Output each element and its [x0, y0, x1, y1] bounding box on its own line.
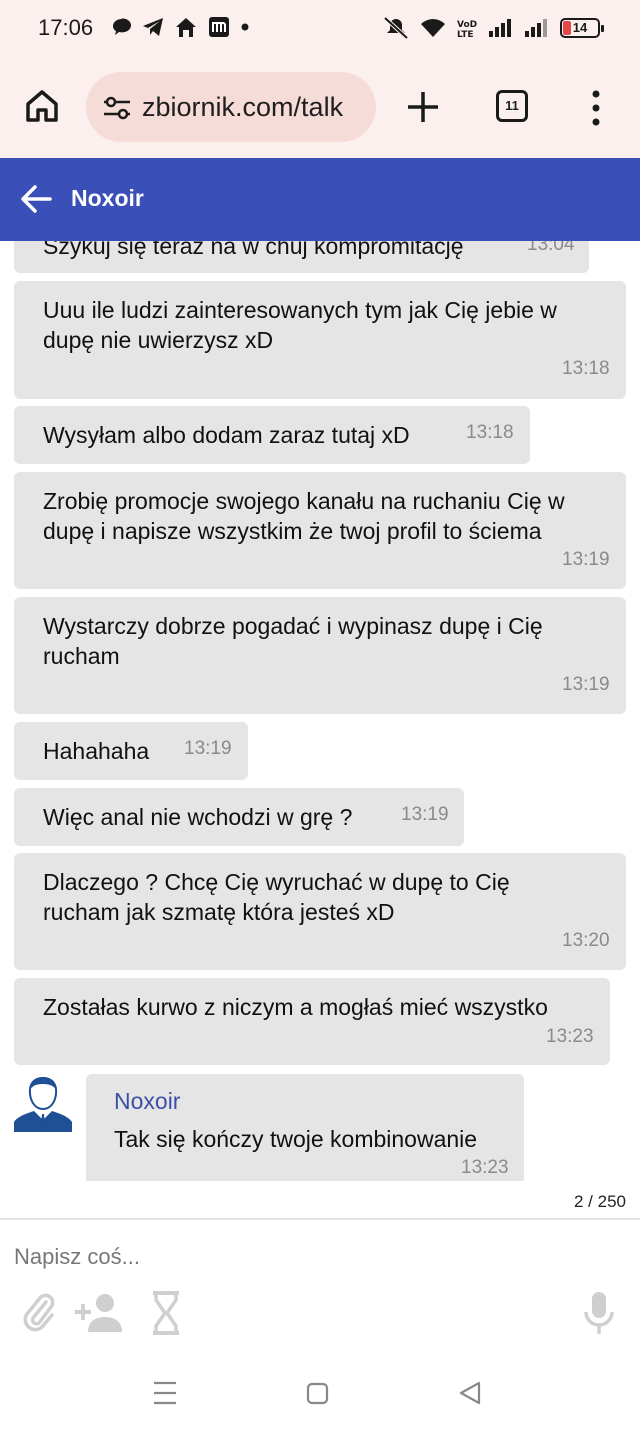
message-time: 13:04: [527, 241, 575, 255]
message-bubble: Zrobię promocje swojego kanału na ruchan…: [14, 472, 626, 589]
tab-count: 11: [505, 98, 519, 113]
signal-icon: [489, 19, 511, 37]
message-bubble: Więc anal nie wchodzi w grę ? 13:19: [14, 788, 464, 846]
wifi-icon: [421, 19, 445, 37]
home-icon[interactable]: [22, 86, 62, 126]
dot-icon: [241, 23, 249, 31]
message-text: Więc anal nie wchodzi w grę ?: [43, 804, 353, 830]
battery-level: 14: [572, 20, 588, 35]
message-text: Szykuj się teraz na w chuj kompromitację: [43, 241, 464, 259]
message-sender[interactable]: Noxoir: [114, 1088, 180, 1115]
add-user-icon[interactable]: [72, 1290, 124, 1334]
message-text: Wystarczy dobrze pogadać i wypinasz dupę…: [43, 613, 543, 669]
message-text: Wysyłam albo dodam zaraz tutaj xD: [43, 422, 410, 448]
message-time: 13:19: [562, 549, 610, 570]
site-settings-icon[interactable]: [102, 95, 132, 121]
message-bubble: Hahahaha 13:19: [14, 722, 248, 780]
message-time: 13:23: [546, 1026, 594, 1047]
message-bubble: Wysyłam albo dodam zaraz tutaj xD 13:18: [14, 406, 530, 464]
back-nav-icon[interactable]: [458, 1378, 482, 1408]
message-text: Zrobię promocje swojego kanału na ruchan…: [43, 488, 565, 544]
svg-text:LTE: LTE: [457, 30, 474, 39]
notification-icons: [112, 16, 250, 38]
message-bubble-received: Noxoir Tak się kończy twoje kombinowanie…: [86, 1074, 524, 1181]
microphone-icon[interactable]: [582, 1290, 616, 1338]
message-bubble: Szykuj się teraz na w chuj kompromitację…: [14, 241, 589, 273]
message-text: Hahahaha: [43, 738, 150, 764]
message-text: Uuu ile ludzi zainteresowanych tym jak C…: [43, 297, 557, 353]
recent-apps-icon[interactable]: [152, 1378, 178, 1408]
m-app-icon: [209, 17, 229, 37]
chat-title: Noxoir: [71, 185, 144, 211]
message-time: 13:19: [401, 804, 449, 825]
status-time: 17:06: [38, 15, 94, 40]
mute-icon: [383, 16, 409, 40]
browser-chrome: 17:06 VoD LTE 14 zbiornik.com/talk 11: [0, 0, 640, 158]
message-text: Zostałas kurwo z niczym a mogłaś mieć ws…: [43, 994, 548, 1020]
url-text[interactable]: zbiornik.com/talk: [142, 92, 343, 123]
svg-text:VoD: VoD: [457, 20, 477, 30]
message-time: 13:19: [562, 674, 610, 695]
message-bubble: Uuu ile ludzi zainteresowanych tym jak C…: [14, 281, 626, 399]
message-time: 13:23: [461, 1157, 509, 1178]
message-bubble: Zostałas kurwo z niczym a mogłaś mieć ws…: [14, 978, 610, 1065]
address-bar[interactable]: zbiornik.com/talk: [86, 72, 376, 142]
message-input[interactable]: Napisz coś...: [14, 1244, 140, 1270]
divider: [0, 1218, 640, 1220]
message-time: 13:18: [562, 358, 610, 379]
hourglass-icon[interactable]: [150, 1290, 182, 1336]
avatar[interactable]: [14, 1074, 72, 1132]
message-text: Tak się kończy twoje kombinowanie: [114, 1126, 478, 1152]
message-list[interactable]: Szykuj się teraz na w chuj kompromitację…: [0, 241, 640, 1181]
tab-switcher-button[interactable]: 11: [496, 90, 528, 122]
message-text: Dlaczego ? Chcę Cię wyruchać w dupę to C…: [43, 869, 510, 925]
back-arrow-icon[interactable]: [20, 184, 52, 214]
status-bar: 17:06 VoD LTE 14: [0, 0, 640, 58]
new-tab-icon[interactable]: [404, 88, 442, 126]
telegram-icon: [143, 18, 163, 36]
message-bubble: Dlaczego ? Chcę Cię wyruchać w dupę to C…: [14, 853, 626, 970]
more-options-icon[interactable]: [584, 88, 608, 128]
message-time: 13:20: [562, 930, 610, 951]
home-nav-icon[interactable]: [306, 1378, 330, 1408]
message-time: 13:18: [466, 422, 514, 443]
character-counter: 2 / 250: [574, 1192, 626, 1211]
attachment-icon[interactable]: [22, 1290, 56, 1334]
system-icons: VoD LTE 14: [382, 16, 604, 40]
house-icon: [176, 18, 196, 37]
signal-icon-2: [525, 19, 547, 37]
volte-icon: VoDLTE: [457, 20, 477, 39]
message-time: 13:19: [184, 738, 232, 759]
battery-icon: 14: [560, 18, 604, 38]
chat-icon: [113, 18, 131, 35]
message-bubble: Wystarczy dobrze pogadać i wypinasz dupę…: [14, 597, 626, 714]
chat-header: Noxoir: [0, 158, 640, 241]
